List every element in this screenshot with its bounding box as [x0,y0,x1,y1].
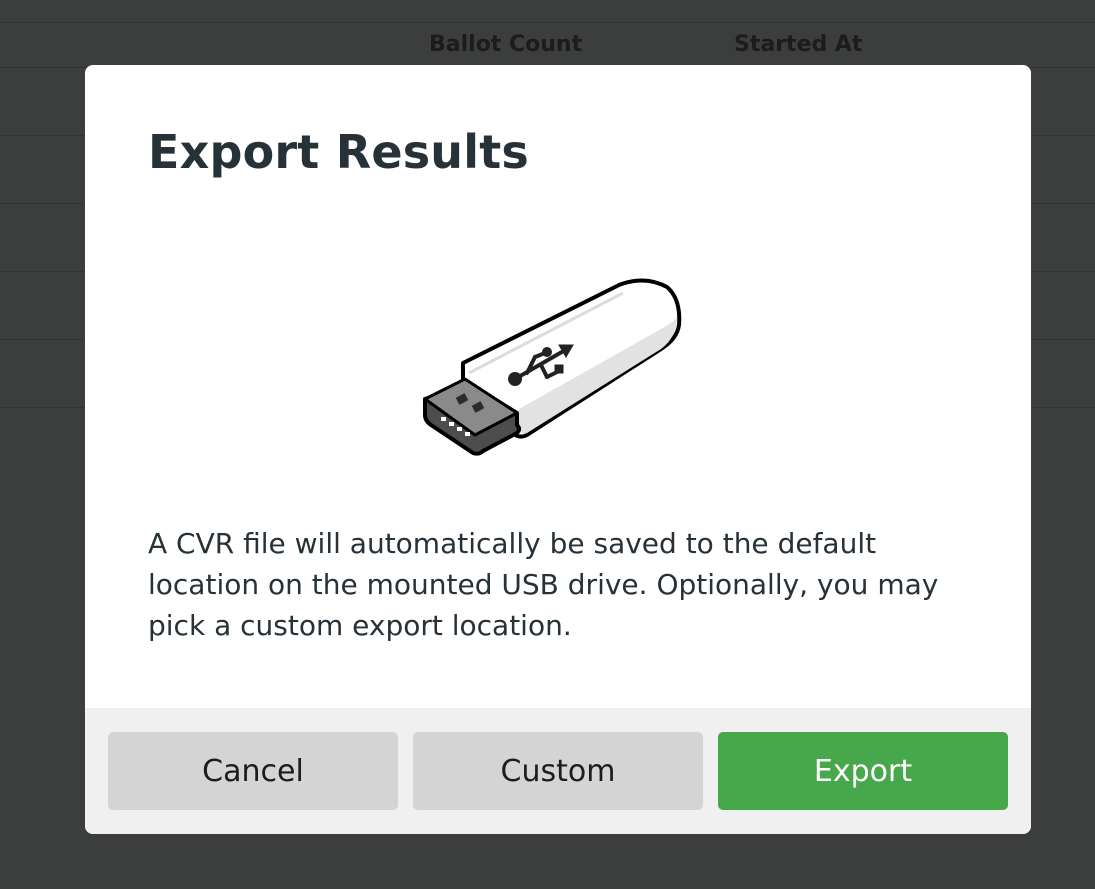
cancel-button[interactable]: Cancel [108,732,398,810]
background-table-header: Ballot Count Started At [0,23,1095,68]
modal-title: Export Results [148,125,529,179]
column-header-ballot-count: Ballot Count [429,32,583,57]
usb-drive-icon [423,278,682,456]
export-results-modal: Export Results A CVR file will automatic… [85,65,1031,834]
export-button[interactable]: Export [718,732,1008,810]
modal-footer: Cancel Custom Export [85,708,1031,834]
modal-message: A CVR file will automatically be saved t… [148,527,939,642]
column-header-started-at: Started At [734,32,863,57]
background-table-top-row [0,0,1095,23]
custom-button[interactable]: Custom [413,732,703,810]
